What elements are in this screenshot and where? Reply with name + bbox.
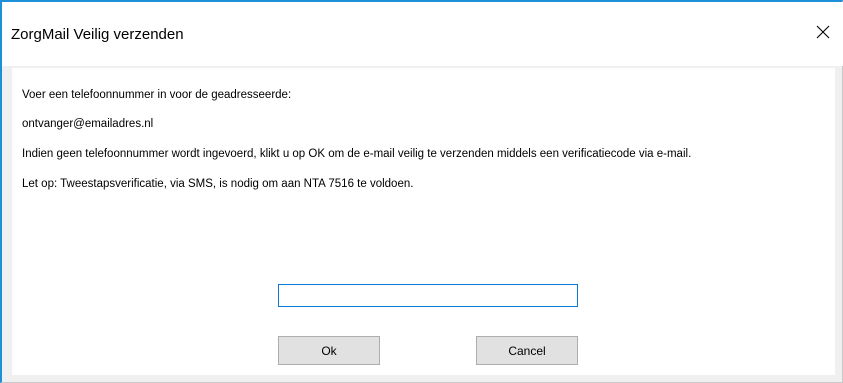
ok-button[interactable]: Ok: [278, 336, 380, 365]
prompt-text: Voer een telefoonnummer in voor de geadr…: [22, 89, 292, 101]
title-bar: ZorgMail Veilig verzenden: [2, 2, 843, 66]
cancel-button[interactable]: Cancel: [476, 336, 578, 365]
notice-text: Let op: Tweestapsverificatie, via SMS, i…: [22, 178, 414, 190]
window-title: ZorgMail Veilig verzenden: [11, 26, 184, 43]
close-button[interactable]: [803, 16, 843, 52]
close-icon: [816, 25, 830, 44]
recipient-email: ontvanger@emailadres.nl: [22, 118, 154, 130]
dialog-content: Voer een telefoonnummer in voor de geadr…: [12, 68, 835, 375]
phone-number-input[interactable]: [278, 284, 578, 307]
dialog-window: ZorgMail Veilig verzenden Voer een telef…: [0, 0, 843, 383]
info-text: Indien geen telefoonnummer wordt ingevoe…: [22, 148, 692, 160]
